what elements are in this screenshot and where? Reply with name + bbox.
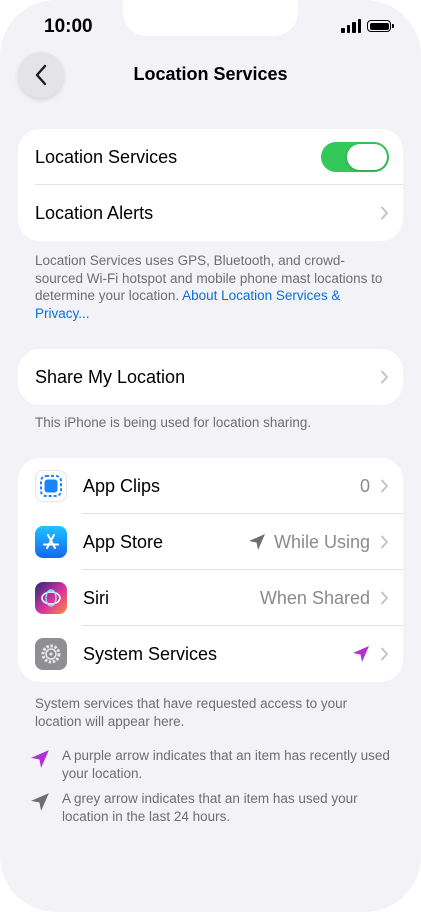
chevron-right-icon — [380, 591, 389, 605]
system-services-icon — [35, 638, 67, 670]
share-my-location-row[interactable]: Share My Location — [18, 349, 403, 405]
apps-footnote: System services that have requested acce… — [35, 696, 348, 729]
page-title: Location Services — [133, 64, 288, 84]
purple-arrow-legend-text: A purple arrow indicates that an item ha… — [62, 748, 390, 781]
location-alerts-row[interactable]: Location Alerts — [18, 185, 403, 241]
location-arrow-purple-icon — [353, 646, 369, 662]
system-services-label: System Services — [83, 643, 218, 664]
location-arrow-grey-icon — [248, 534, 265, 550]
location-services-footnote: Location Services uses GPS, Bluetooth, a… — [35, 252, 385, 322]
app-store-label: App Store — [83, 531, 164, 552]
grey-arrow-legend: A grey arrow indicates that an item has … — [30, 790, 400, 825]
battery-icon — [367, 20, 394, 32]
app-store-permission: While Using — [273, 531, 370, 552]
notch — [123, 0, 298, 36]
location-services-card: Location Services Location Alerts — [18, 129, 403, 241]
location-arrow-grey-icon — [31, 793, 49, 811]
grey-arrow-legend-text: A grey arrow indicates that an item has … — [62, 791, 358, 824]
chevron-right-icon — [380, 370, 389, 384]
share-footnote: This iPhone is being used for location s… — [35, 415, 312, 430]
purple-arrow-legend: A purple arrow indicates that an item ha… — [30, 747, 400, 782]
app-clips-label: App Clips — [83, 475, 161, 496]
share-location-card: Share My Location — [18, 349, 403, 405]
siri-value: When Shared — [259, 587, 370, 608]
siri-icon — [35, 582, 67, 614]
chevron-right-icon — [380, 535, 389, 549]
share-my-location-label: Share My Location — [35, 366, 186, 387]
chevron-right-icon — [380, 479, 389, 493]
app-store-value: While Using — [248, 532, 370, 553]
chevron-right-icon — [380, 647, 389, 661]
siri-row[interactable]: Siri When Shared — [18, 570, 403, 626]
system-services-row[interactable]: System Services — [18, 626, 403, 682]
location-alerts-label: Location Alerts — [35, 202, 154, 223]
app-store-icon — [35, 526, 67, 558]
app-clips-value: 0 — [359, 475, 370, 496]
app-store-row[interactable]: App Store While Using — [18, 514, 403, 570]
apps-card: App Clips 0 App Store While Using Siri W… — [18, 458, 403, 682]
siri-label: Siri — [83, 587, 109, 608]
chevron-right-icon — [380, 206, 389, 220]
location-services-row: Location Services — [18, 129, 403, 185]
status-icons — [341, 19, 394, 33]
phone-screen: 10:00 Location Services Location Service… — [0, 0, 421, 912]
location-services-label: Location Services — [35, 146, 178, 167]
system-services-value — [352, 645, 370, 663]
signal-icon — [341, 19, 361, 33]
app-clips-icon — [35, 470, 67, 502]
status-time: 10:00 — [44, 16, 93, 37]
location-arrow-purple-icon — [31, 750, 49, 768]
location-services-toggle[interactable] — [321, 142, 389, 172]
app-clips-row[interactable]: App Clips 0 — [18, 458, 403, 514]
